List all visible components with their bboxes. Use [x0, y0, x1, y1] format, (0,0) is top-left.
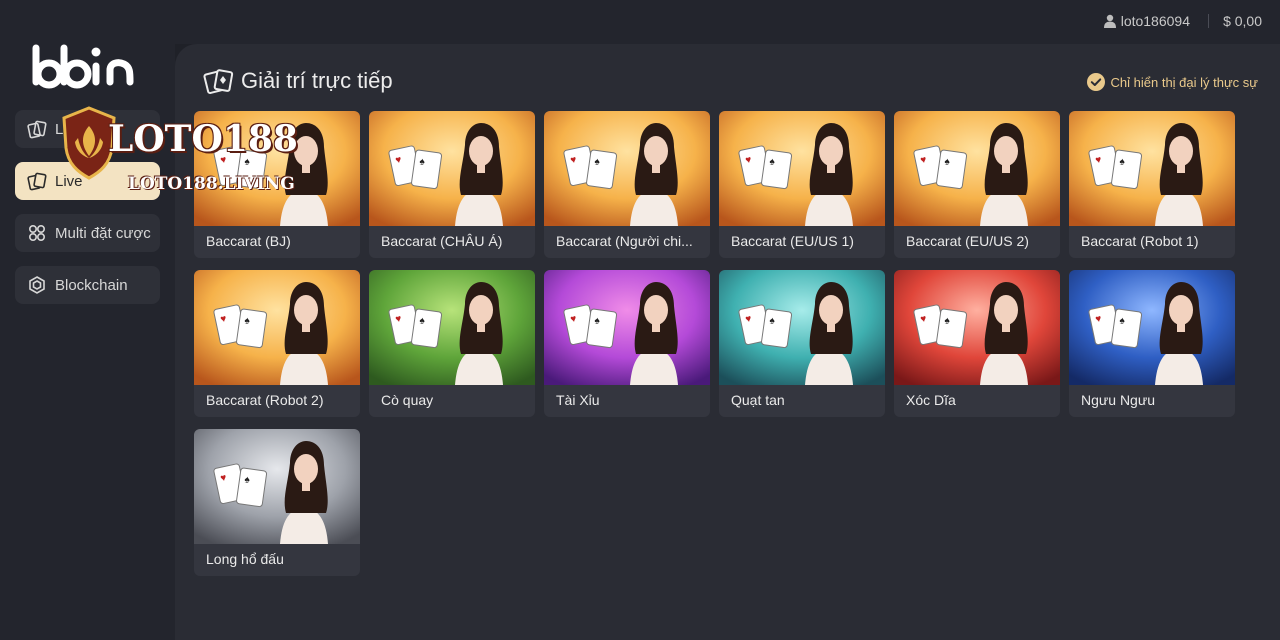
- nav-label: Multi đặt cược: [55, 224, 151, 242]
- game-card[interactable]: ♥ ♠ Baccarat (EU/US 1): [719, 111, 885, 258]
- section-header: Giải trí trực tiếp: [203, 66, 393, 96]
- dealer-image: ♥ ♠: [719, 270, 885, 385]
- game-thumbnail: ♥ ♠: [369, 111, 535, 226]
- nav-label: Live: [55, 120, 83, 138]
- filter-label: Chỉ hiển thị đại lý thực sự: [1110, 74, 1258, 90]
- game-card[interactable]: ♥ ♠ Baccarat (BJ): [194, 111, 360, 258]
- game-thumbnail: ♥ ♠: [194, 270, 360, 385]
- game-label: Xóc Dĩa: [906, 392, 956, 408]
- game-card[interactable]: ♥ ♠ Xóc Dĩa: [894, 270, 1060, 417]
- check-circle-icon: [1086, 73, 1105, 91]
- game-thumbnail: ♥ ♠: [369, 270, 535, 385]
- game-label: Quạt tan: [731, 392, 785, 408]
- cards-icon: [203, 69, 234, 94]
- game-card[interactable]: ♥ ♠ Long hổ đấu: [194, 429, 360, 576]
- main-panel: Giải trí trực tiếp Chỉ hiển thị đại lý t…: [175, 44, 1280, 640]
- bbin-logo[interactable]: [30, 44, 146, 96]
- game-thumbnail: ♥ ♠: [894, 270, 1060, 385]
- game-label: Baccarat (EU/US 1): [731, 233, 854, 249]
- game-card[interactable]: ♥ ♠ Baccarat (Robot 2): [194, 270, 360, 417]
- game-card[interactable]: ♥ ♠ Ngưu Ngưu: [1069, 270, 1235, 417]
- username: loto186094: [1120, 13, 1190, 29]
- game-label: Baccarat (BJ): [206, 233, 291, 249]
- game-card[interactable]: ♥ ♠ Tài Xỉu: [544, 270, 710, 417]
- top-bar: loto186094 $ 0,00: [0, 0, 1280, 44]
- game-thumbnail: ♥ ♠: [194, 111, 360, 226]
- dealer-image: ♥ ♠: [719, 111, 885, 226]
- game-card[interactable]: ♥ ♠ Cò quay: [369, 270, 535, 417]
- game-label: Baccarat (Người chi...: [556, 233, 693, 249]
- blockchain-icon: [29, 276, 45, 294]
- game-label: Long hổ đấu: [206, 551, 284, 567]
- game-thumbnail: ♥ ♠: [1069, 111, 1235, 226]
- game-thumbnail: ♥ ♠: [894, 111, 1060, 226]
- nav-item-multi-bet[interactable]: Multi đặt cược: [15, 214, 160, 252]
- game-label: Tài Xỉu: [556, 392, 600, 408]
- game-thumbnail: ♥ ♠: [719, 270, 885, 385]
- dealer-image: ♥ ♠: [194, 429, 360, 544]
- page-title: Giải trí trực tiếp: [241, 68, 393, 93]
- dealer-image: ♥ ♠: [1069, 270, 1235, 385]
- dealer-image: ♥ ♠: [544, 270, 710, 385]
- game-card[interactable]: ♥ ♠ Baccarat (EU/US 2): [894, 111, 1060, 258]
- real-dealer-filter[interactable]: Chỉ hiển thị đại lý thực sự: [1086, 73, 1258, 91]
- game-thumbnail: ♥ ♠: [544, 270, 710, 385]
- cards-icon: [27, 120, 47, 139]
- game-label: Baccarat (Robot 2): [206, 392, 324, 408]
- game-label: Cò quay: [381, 392, 434, 408]
- dealer-image: ♥ ♠: [894, 270, 1060, 385]
- game-card[interactable]: ♥ ♠ Baccarat (Robot 1): [1069, 111, 1235, 258]
- sidebar: Live Live Multi đặt cược Blockchain: [0, 44, 175, 640]
- cards-icon: [27, 172, 47, 191]
- game-label: Baccarat (CHÂU Á): [381, 233, 503, 249]
- dealer-image: ♥ ♠: [544, 111, 710, 226]
- nav-item-blockchain[interactable]: Blockchain: [15, 266, 160, 304]
- game-label: Baccarat (Robot 1): [1081, 233, 1199, 249]
- game-card[interactable]: ♥ ♠ Baccarat (Người chi...: [544, 111, 710, 258]
- game-card[interactable]: ♥ ♠ Quạt tan: [719, 270, 885, 417]
- dealer-image: ♥ ♠: [194, 270, 360, 385]
- divider: [1208, 14, 1209, 28]
- game-label: Ngưu Ngưu: [1081, 392, 1155, 408]
- dealer-image: ♥ ♠: [1069, 111, 1235, 226]
- nav-item-live-games[interactable]: Live: [15, 110, 160, 148]
- nav-item-live[interactable]: Live: [15, 162, 160, 200]
- dealer-image: ♥ ♠: [894, 111, 1060, 226]
- game-card[interactable]: ♥ ♠ Baccarat (CHÂU Á): [369, 111, 535, 258]
- dealer-image: ♥ ♠: [369, 111, 535, 226]
- game-label: Baccarat (EU/US 2): [906, 233, 1029, 249]
- game-thumbnail: ♥ ♠: [544, 111, 710, 226]
- game-thumbnail: ♥ ♠: [194, 429, 360, 544]
- dealer-image: ♥ ♠: [194, 111, 360, 226]
- game-thumbnail: ♥ ♠: [719, 111, 885, 226]
- nav-label: Blockchain: [55, 276, 128, 294]
- dealer-image: ♥ ♠: [369, 270, 535, 385]
- nav-label: Live: [55, 172, 83, 190]
- game-thumbnail: ♥ ♠: [1069, 270, 1235, 385]
- balance: $ 0,00: [1223, 13, 1262, 29]
- user-icon: [1103, 14, 1116, 28]
- user-account[interactable]: loto186094: [1103, 13, 1190, 29]
- multi-bet-icon: [28, 224, 46, 242]
